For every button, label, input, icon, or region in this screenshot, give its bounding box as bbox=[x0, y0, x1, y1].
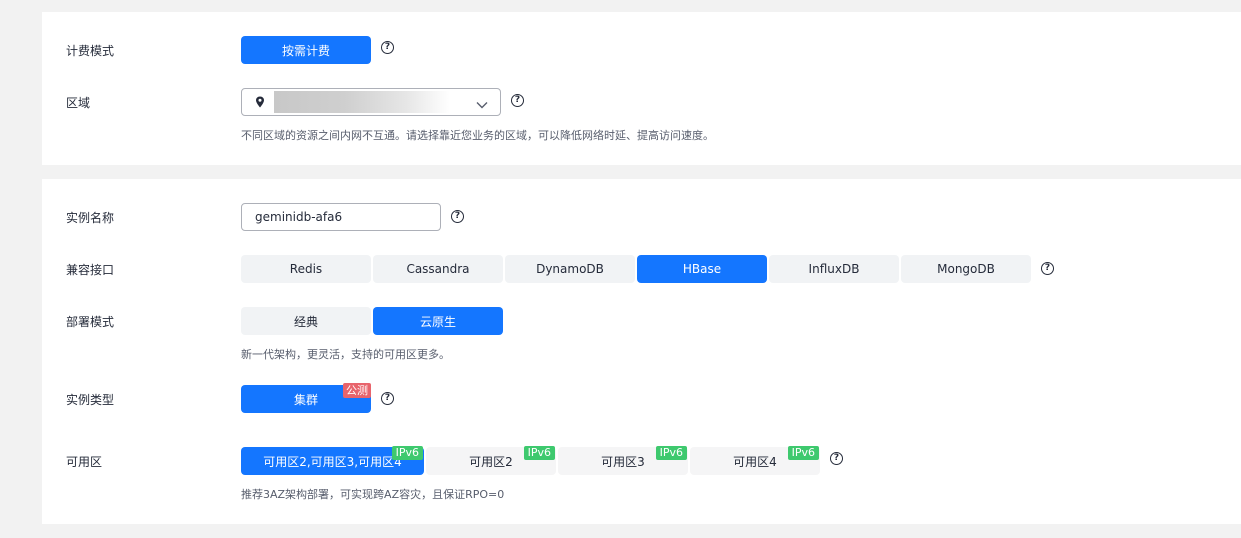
instance-name-input[interactable]: geminidb-afa6 bbox=[241, 203, 441, 231]
az-option-label: 可用区4 bbox=[733, 454, 777, 469]
az-option-4[interactable]: 可用区4 IPv6 bbox=[690, 446, 820, 475]
az-label: 可用区 bbox=[66, 455, 103, 469]
api-option-hbase[interactable]: HBase bbox=[637, 255, 767, 283]
az-hint: 推荐3AZ架构部署，可实现跨AZ容灾，且保证RPO=0 bbox=[241, 488, 505, 501]
ipv6-badge: IPv6 bbox=[787, 446, 819, 460]
ipv6-badge: IPv6 bbox=[391, 446, 423, 460]
question-circle-icon[interactable]: ? bbox=[451, 210, 464, 223]
question-circle-icon[interactable]: ? bbox=[830, 452, 843, 465]
az-option-label: 可用区2,可用区3,可用区4 bbox=[263, 454, 402, 469]
deploy-option-cloud-native[interactable]: 云原生 bbox=[373, 307, 503, 335]
question-circle-icon[interactable]: ? bbox=[381, 41, 394, 54]
api-option-cassandra[interactable]: Cassandra bbox=[373, 255, 503, 283]
az-option-3[interactable]: 可用区3 IPv6 bbox=[558, 446, 688, 475]
api-option-redis[interactable]: Redis bbox=[241, 255, 371, 283]
api-label: 兼容接口 bbox=[66, 263, 115, 277]
ipv6-badge: IPv6 bbox=[523, 446, 555, 460]
region-hint: 不同区域的资源之间内网不互通。请选择靠近您业务的区域，可以降低网络时延、提高访问… bbox=[241, 129, 714, 142]
instance-type-cluster-button[interactable]: 集群 公测 bbox=[241, 383, 371, 413]
api-option-influxdb[interactable]: InfluxDB bbox=[769, 255, 899, 283]
region-label: 区域 bbox=[66, 96, 91, 110]
instance-config-card: 实例名称 geminidb-afa6 ? 兼容接口 Redis Cassandr… bbox=[42, 179, 1241, 524]
location-pin-icon bbox=[255, 96, 265, 111]
question-circle-icon[interactable]: ? bbox=[511, 94, 524, 107]
question-circle-icon[interactable]: ? bbox=[381, 392, 394, 405]
ipv6-badge: IPv6 bbox=[655, 446, 687, 460]
billing-region-card: 计费模式 按需计费 ? 区域 ? 不同区域的资源之间内网不互通。请选择靠近您业务… bbox=[42, 12, 1241, 165]
az-option-label: 可用区3 bbox=[601, 454, 645, 469]
deploy-hint: 新一代架构，更灵活，支持的可用区更多。 bbox=[241, 348, 450, 361]
az-option-label: 可用区2 bbox=[469, 454, 513, 469]
api-option-dynamodb[interactable]: DynamoDB bbox=[505, 255, 635, 283]
deploy-option-classic[interactable]: 经典 bbox=[241, 307, 371, 335]
beta-badge: 公测 bbox=[343, 383, 371, 398]
instance-name-label: 实例名称 bbox=[66, 211, 115, 225]
api-option-mongodb[interactable]: MongoDB bbox=[901, 255, 1031, 283]
instance-type-cluster-label: 集群 bbox=[293, 392, 318, 407]
billing-on-demand-button[interactable]: 按需计费 bbox=[241, 36, 371, 64]
az-option-2[interactable]: 可用区2 IPv6 bbox=[426, 446, 556, 475]
az-option-2-3-4[interactable]: 可用区2,可用区3,可用区4 IPv6 bbox=[241, 446, 424, 475]
region-select[interactable] bbox=[241, 88, 501, 116]
billing-mode-label: 计费模式 bbox=[66, 44, 115, 58]
chevron-down-icon bbox=[476, 98, 488, 112]
instance-type-label: 实例类型 bbox=[66, 393, 115, 407]
deploy-mode-label: 部署模式 bbox=[66, 315, 115, 329]
question-circle-icon[interactable]: ? bbox=[1041, 262, 1054, 275]
region-value-redacted bbox=[274, 91, 450, 113]
